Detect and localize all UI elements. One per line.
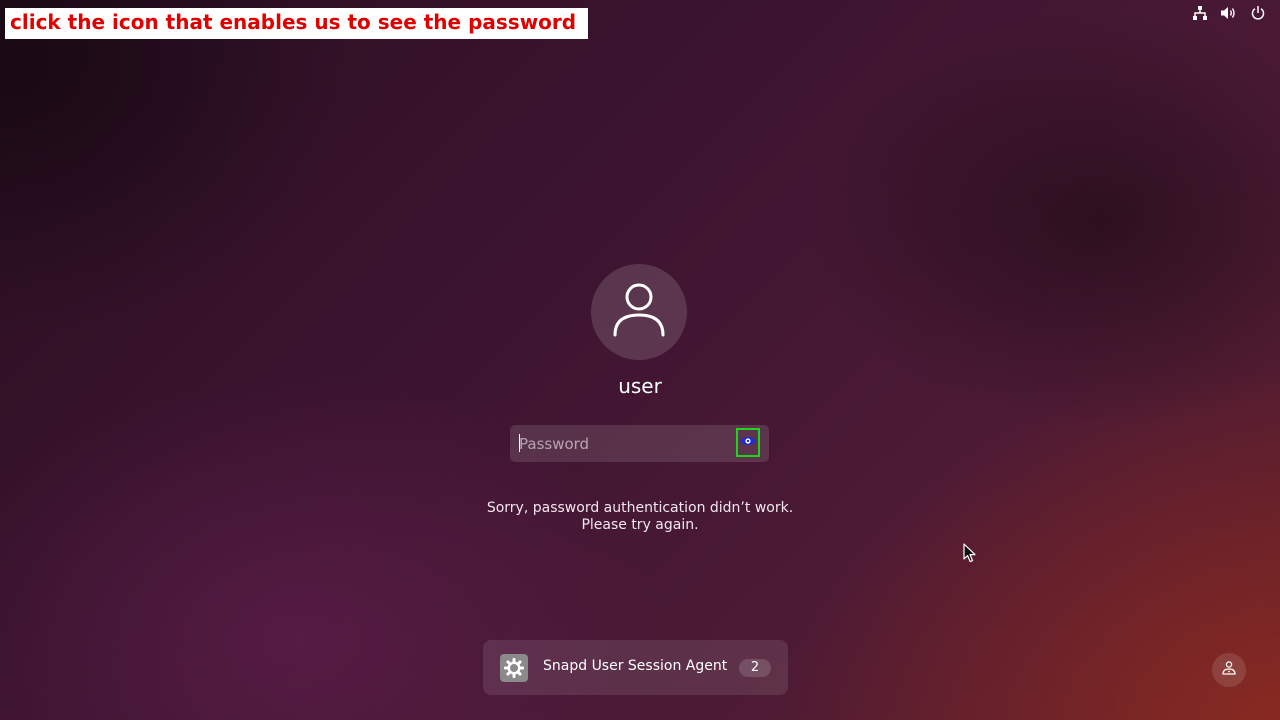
- show-password-icon[interactable]: [739, 433, 757, 452]
- task-instruction-banner: click the icon that enables us to see th…: [5, 8, 588, 39]
- auth-error-line-2: Please try again.: [581, 517, 699, 533]
- top-bar-status-area[interactable]: [1191, 4, 1266, 21]
- volume-icon[interactable]: [1220, 4, 1237, 21]
- username-label: user: [618, 374, 662, 398]
- notification-count-badge: 2: [739, 659, 771, 677]
- gear-icon: [500, 654, 528, 682]
- notification-title: Snapd User Session Agent: [543, 658, 728, 674]
- notification-banner[interactable]: Snapd User Session Agent 2: [483, 640, 788, 695]
- auth-error-message: Sorry, password authentication didn’t wo…: [440, 500, 840, 534]
- text-caret: [519, 434, 520, 452]
- accessibility-icon: [1221, 660, 1237, 680]
- password-input[interactable]: [519, 425, 733, 462]
- user-avatar[interactable]: [591, 264, 687, 360]
- power-icon[interactable]: [1249, 4, 1266, 21]
- task-instruction-text: click the icon that enables us to see th…: [10, 10, 577, 34]
- mouse-cursor-icon: [963, 543, 977, 563]
- user-avatar-icon: [612, 281, 666, 343]
- show-password-button[interactable]: [736, 428, 760, 457]
- network-icon[interactable]: [1191, 4, 1208, 21]
- auth-error-line-1: Sorry, password authentication didn’t wo…: [486, 500, 794, 516]
- password-field-container[interactable]: [510, 425, 769, 462]
- accessibility-button[interactable]: [1212, 653, 1246, 687]
